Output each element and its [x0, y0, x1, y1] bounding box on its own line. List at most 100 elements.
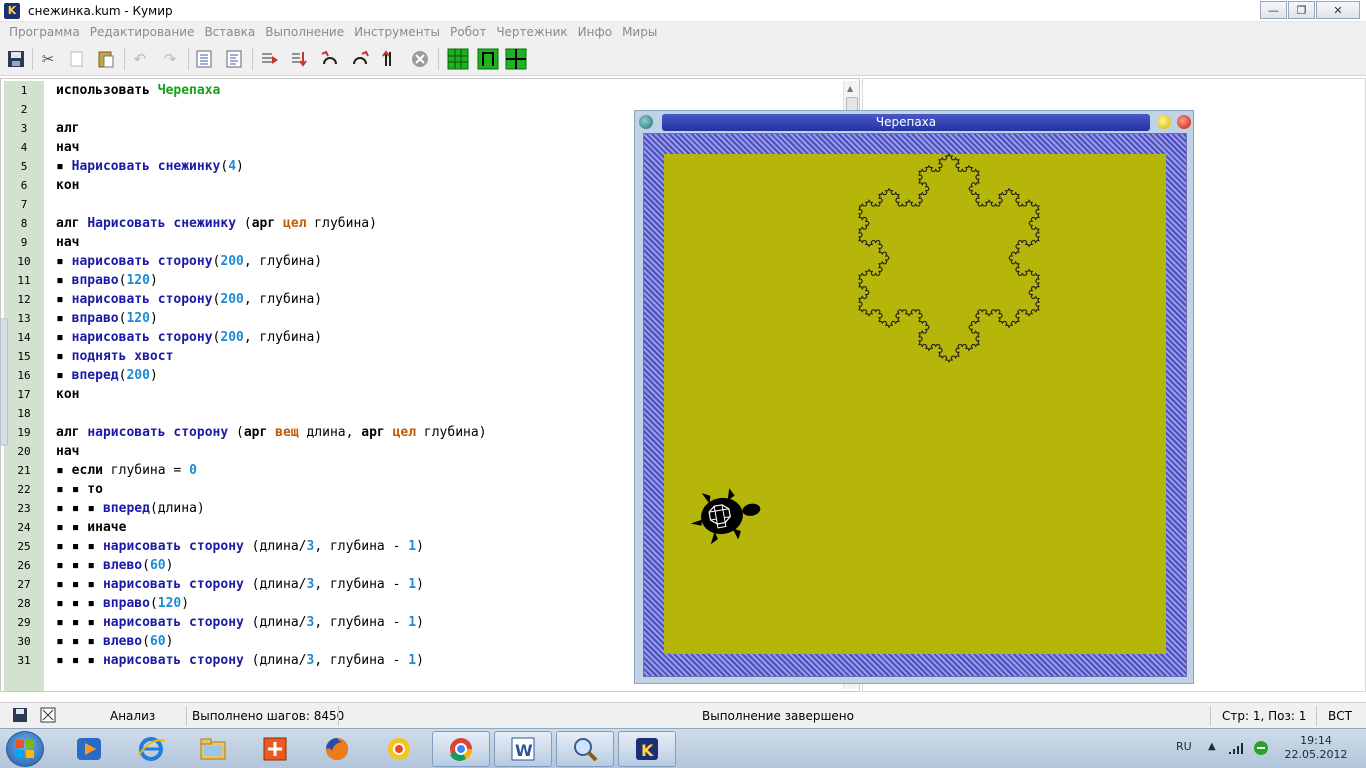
- word-icon[interactable]: W: [494, 731, 552, 767]
- code-line[interactable]: ▪ поднять хвост: [56, 347, 173, 366]
- pin-icon[interactable]: [639, 115, 653, 129]
- drawer-window-icon[interactable]: [504, 47, 528, 71]
- indent-icon[interactable]: [192, 47, 216, 71]
- code-token: ▪: [56, 254, 72, 269]
- code-token: ): [236, 159, 244, 174]
- code-line[interactable]: ▪ ▪ ▪ влево(60): [56, 632, 173, 651]
- start-button[interactable]: [6, 731, 44, 767]
- menu-item[interactable]: Миры: [617, 25, 662, 39]
- svg-text:K: K: [641, 741, 654, 760]
- code-line[interactable]: ▪ ▪ ▪ вправо(120): [56, 594, 189, 613]
- volume-icon[interactable]: [1252, 740, 1270, 759]
- grid-icon[interactable]: [446, 47, 470, 71]
- step-out-icon[interactable]: [348, 47, 372, 71]
- code-token: использовать: [56, 83, 158, 98]
- paste-icon[interactable]: [94, 47, 118, 71]
- network-icon[interactable]: [1228, 741, 1244, 758]
- search-tool-icon[interactable]: [556, 731, 614, 767]
- to-end-icon[interactable]: [378, 47, 402, 71]
- code-token: , глубина -: [314, 615, 409, 630]
- code-line[interactable]: ▪ ▪ ▪ влево(60): [56, 556, 173, 575]
- line-number: 25: [17, 540, 31, 553]
- code-line[interactable]: ▪ ▪ иначе: [56, 518, 126, 537]
- tray-expand-icon[interactable]: ▲: [1208, 741, 1216, 752]
- redo-icon[interactable]: ↷: [158, 47, 182, 71]
- copy-icon[interactable]: [64, 47, 88, 71]
- code-line[interactable]: алг: [56, 119, 79, 138]
- code-line[interactable]: ▪ ▪ ▪ нарисовать сторону (длина/3, глуби…: [56, 613, 424, 632]
- ie-icon[interactable]: [122, 731, 180, 767]
- turtle-close-icon[interactable]: [1177, 115, 1191, 129]
- cut-icon[interactable]: ✂: [36, 47, 60, 71]
- code-token: вправо: [71, 273, 119, 288]
- code-line[interactable]: нач: [56, 442, 79, 461]
- undo-icon[interactable]: ↶: [128, 47, 152, 71]
- code-line[interactable]: ▪ вперед(200): [56, 366, 158, 385]
- menu-item[interactable]: Робот: [445, 25, 491, 39]
- insert-mode: ВСТ: [1328, 709, 1352, 723]
- code-line[interactable]: нач: [56, 138, 79, 157]
- scroll-up-arrow-icon[interactable]: ▲: [847, 84, 853, 93]
- status-close-icon[interactable]: [40, 707, 56, 726]
- code-token: алг: [56, 425, 88, 440]
- turtle-minimize-icon[interactable]: [1157, 115, 1171, 129]
- code-token: ): [181, 596, 190, 611]
- input-language[interactable]: RU: [1176, 740, 1192, 753]
- menu-item[interactable]: Чертежник: [491, 25, 572, 39]
- kumir-icon[interactable]: K: [618, 731, 676, 767]
- code-line[interactable]: ▪ нарисовать сторону(200, глубина): [56, 290, 322, 309]
- run-icon[interactable]: [258, 47, 282, 71]
- line-number: 24: [17, 521, 31, 534]
- app-icon-orange[interactable]: [246, 731, 304, 767]
- code-line[interactable]: использовать Черепаха: [56, 81, 220, 100]
- unindent-icon[interactable]: [222, 47, 246, 71]
- side-panel-handle[interactable]: [0, 318, 8, 446]
- menu-item[interactable]: Редактирование: [85, 25, 200, 39]
- code-line[interactable]: ▪ ▪ ▪ вперед(длина): [56, 499, 205, 518]
- chrome-yellow-icon[interactable]: [370, 731, 428, 767]
- code-token: нарисовать сторону: [87, 425, 229, 440]
- code-line[interactable]: ▪ ▪ ▪ нарисовать сторону (длина/3, глуби…: [56, 575, 424, 594]
- menu-item[interactable]: Выполнение: [260, 25, 349, 39]
- code-line[interactable]: ▪ вправо(120): [56, 309, 158, 328]
- minimize-button[interactable]: —: [1260, 1, 1287, 19]
- line-number: 2: [20, 103, 28, 116]
- code-token: арг: [243, 425, 276, 440]
- code-line[interactable]: ▪ ▪ ▪ нарисовать сторону (длина/3, глуби…: [56, 537, 424, 556]
- system-clock[interactable]: 19:14 22.05.2012: [1284, 734, 1348, 762]
- code-token: вперед: [102, 501, 150, 516]
- code-token: ▪ ▪ ▪: [56, 501, 103, 516]
- stop-icon[interactable]: [408, 47, 432, 71]
- line-number: 11: [17, 274, 31, 287]
- code-line[interactable]: ▪ ▪ то: [56, 480, 103, 499]
- status-save-icon[interactable]: [12, 707, 28, 726]
- media-player-icon[interactable]: [60, 731, 118, 767]
- menu-item[interactable]: Вставка: [199, 25, 260, 39]
- window-titlebar: K снежинка.kum - Кумир — ❐ ✕: [0, 0, 1366, 22]
- code-line[interactable]: нач: [56, 233, 79, 252]
- code-line[interactable]: ▪ вправо(120): [56, 271, 158, 290]
- menu-item[interactable]: Инфо: [573, 25, 617, 39]
- code-line[interactable]: ▪ Нарисовать снежинку(4): [56, 157, 244, 176]
- step-icon[interactable]: [288, 47, 312, 71]
- chrome-icon[interactable]: [432, 731, 490, 767]
- maximize-button[interactable]: ❐: [1288, 1, 1315, 19]
- code-line[interactable]: кон: [56, 385, 79, 404]
- code-line[interactable]: ▪ нарисовать сторону(200, глубина): [56, 252, 322, 271]
- code-line[interactable]: ▪ если глубина = 0: [56, 461, 197, 480]
- menu-item[interactable]: Инструменты: [349, 25, 445, 39]
- close-button[interactable]: ✕: [1316, 1, 1360, 19]
- code-token: вещ: [275, 425, 299, 440]
- save-icon[interactable]: [4, 47, 28, 71]
- explorer-icon[interactable]: [184, 731, 242, 767]
- step-into-icon[interactable]: [318, 47, 342, 71]
- code-token: поднять хвост: [71, 349, 174, 364]
- code-line[interactable]: алг Нарисовать снежинку (арг цел глубина…: [56, 214, 377, 233]
- firefox-icon[interactable]: [308, 731, 366, 767]
- robot-window-icon[interactable]: [476, 47, 500, 71]
- code-line[interactable]: алг нарисовать сторону (арг вещ длина, а…: [56, 423, 487, 442]
- menu-item[interactable]: Программа: [4, 25, 85, 39]
- code-line[interactable]: кон: [56, 176, 79, 195]
- code-line[interactable]: ▪ нарисовать сторону(200, глубина): [56, 328, 322, 347]
- code-line[interactable]: ▪ ▪ ▪ нарисовать сторону (длина/3, глуби…: [56, 651, 424, 670]
